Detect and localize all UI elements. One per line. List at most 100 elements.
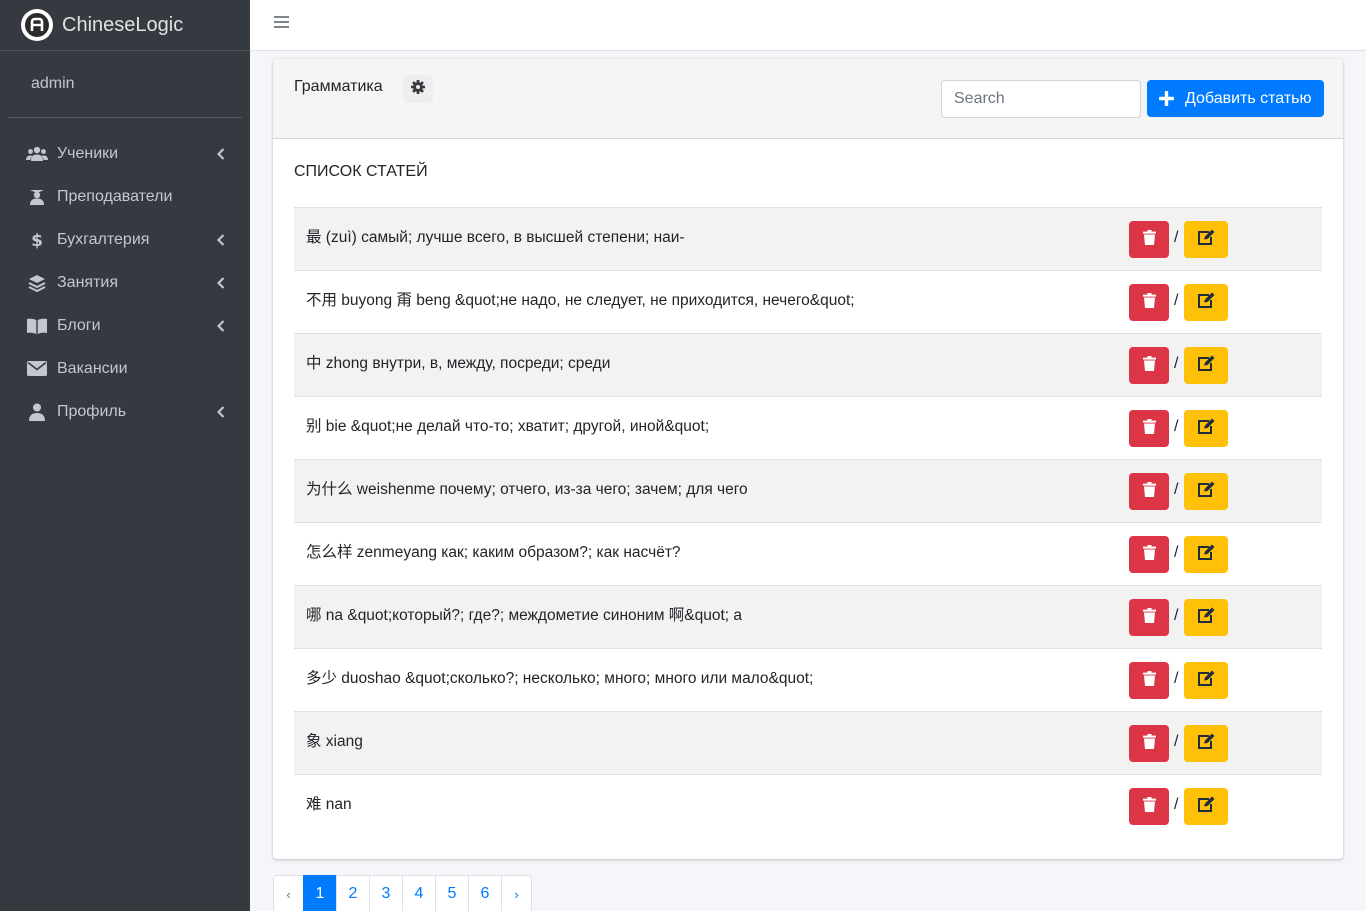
top-navbar [250,0,1366,51]
sidebar-item-vacancies[interactable]: Вакансии [0,347,250,390]
user-icon [26,402,48,422]
pagination-page-4[interactable]: 4 [402,875,436,911]
article-title: 为什么 weishenme почему; отчего, из-за чего… [306,481,748,498]
pagination-page-1[interactable]: 1 [303,875,337,911]
article-title: 别 bie &quot;не делай что-то; хватит; дру… [306,418,710,435]
grammar-card: Грамматика Добавить статью СПИСОК СТАТЕЙ… [273,59,1343,859]
edit-icon [1197,355,1215,377]
edit-icon [1197,796,1215,818]
sidebar-item-label: Вакансии [57,359,128,377]
edit-button[interactable] [1184,221,1228,258]
sidebar-item-label: Блоги [57,316,101,334]
chevron-left-icon [216,319,226,333]
table-row: 怎么样 zenmeyang как; каким образом?; как н… [294,522,1322,585]
table-row: 多少 duoshao &quot;сколько?; несколько; мн… [294,648,1322,711]
edit-icon [1197,733,1215,755]
chevron-left-icon [216,233,226,247]
trash-icon [1142,229,1156,250]
svg-text:$: $ [31,231,43,250]
table-row: 最 (zuì) самый; лучше всего, в высшей сте… [294,207,1322,270]
delete-button[interactable] [1129,662,1169,699]
search-input[interactable] [941,80,1141,118]
separator: / [1174,670,1179,687]
sidebar-item-blogs[interactable]: Блоги [0,304,250,347]
pagination-page-2[interactable]: 2 [336,875,370,911]
delete-button[interactable] [1129,536,1169,573]
trash-icon [1142,292,1156,313]
sidebar-nav: Ученики Преподаватели $ Бухгалтерия Заня… [0,118,250,433]
edit-button[interactable] [1184,536,1228,573]
edit-button[interactable] [1184,599,1228,636]
delete-button[interactable] [1129,347,1169,384]
edit-icon [1197,481,1215,503]
settings-button[interactable] [403,75,433,103]
brand-logo-icon [21,9,53,41]
edit-button[interactable] [1184,473,1228,510]
sidebar-item-profile[interactable]: Профиль [0,390,250,433]
sidebar-item-label: Профиль [57,402,127,420]
graduation-icon [26,187,48,207]
table-row: 哪 na &quot;который?; где?; междометие си… [294,585,1322,648]
gear-icon [411,79,425,99]
separator: / [1174,607,1179,624]
delete-button[interactable] [1129,788,1169,825]
add-article-button[interactable]: Добавить статью [1147,80,1324,117]
pagination-page-6[interactable]: 6 [468,875,502,911]
pagination-page-5[interactable]: 5 [435,875,469,911]
pagination-next[interactable]: › [501,875,532,911]
delete-button[interactable] [1129,725,1169,762]
trash-icon [1142,607,1156,628]
menu-toggle-icon[interactable] [274,16,289,30]
article-title: 象 xiang [306,733,363,750]
brand-name: ChineseLogic [62,13,184,36]
sidebar-item-students[interactable]: Ученики [0,132,250,175]
trash-icon [1142,544,1156,565]
separator: / [1174,796,1179,813]
delete-button[interactable] [1129,473,1169,510]
edit-button[interactable] [1184,347,1228,384]
table-row: 为什么 weishenme почему; отчего, из-за чего… [294,459,1322,522]
sidebar-item-label: Бухгалтерия [57,230,150,248]
user-name: admin [31,75,75,92]
sidebar-item-lessons[interactable]: Занятия [0,261,250,304]
delete-button[interactable] [1129,599,1169,636]
delete-button[interactable] [1129,284,1169,321]
delete-button[interactable] [1129,410,1169,447]
envelope-icon [26,359,48,379]
edit-icon [1197,418,1215,440]
edit-button[interactable] [1184,284,1228,321]
trash-icon [1142,733,1156,754]
trash-icon [1142,481,1156,502]
dollar-icon: $ [26,230,48,250]
table-row: 难 nan / [294,774,1322,837]
user-panel[interactable]: admin [8,51,242,118]
edit-button[interactable] [1184,725,1228,762]
separator: / [1174,544,1179,561]
sidebar-item-label: Занятия [57,273,118,291]
pagination-page-3[interactable]: 3 [369,875,403,911]
delete-button[interactable] [1129,221,1169,258]
table-row: 象 xiang / [294,711,1322,774]
brand-link[interactable]: ChineseLogic [0,0,250,51]
trash-icon [1142,355,1156,376]
pagination-prev[interactable]: ‹ [273,875,304,911]
edit-icon [1197,544,1215,566]
sidebar-item-accounting[interactable]: $ Бухгалтерия [0,218,250,261]
article-title: 中 zhong внутри, в, между, посреди; среди [306,355,611,372]
edit-button[interactable] [1184,788,1228,825]
sidebar-item-label: Преподаватели [57,187,173,205]
chevron-left-icon [216,276,226,290]
table-row: 不用 buyong 甭 beng &quot;не надо, не следу… [294,270,1322,333]
edit-button[interactable] [1184,410,1228,447]
article-title: 哪 na &quot;который?; где?; междометие си… [306,607,743,624]
table-row: 中 zhong внутри, в, между, посреди; среди… [294,333,1322,396]
article-title: 多少 duoshao &quot;сколько?; несколько; мн… [306,670,814,687]
page-title: Грамматика [294,78,383,95]
edit-icon [1197,670,1215,692]
edit-button[interactable] [1184,662,1228,699]
sidebar-item-teachers[interactable]: Преподаватели [0,175,250,218]
articles-table: 最 (zuì) самый; лучше всего, в высшей сте… [294,207,1322,837]
chevron-left-icon [216,405,226,419]
add-article-label: Добавить статью [1185,89,1312,107]
article-title: 怎么样 zenmeyang как; каким образом?; как н… [306,544,681,561]
